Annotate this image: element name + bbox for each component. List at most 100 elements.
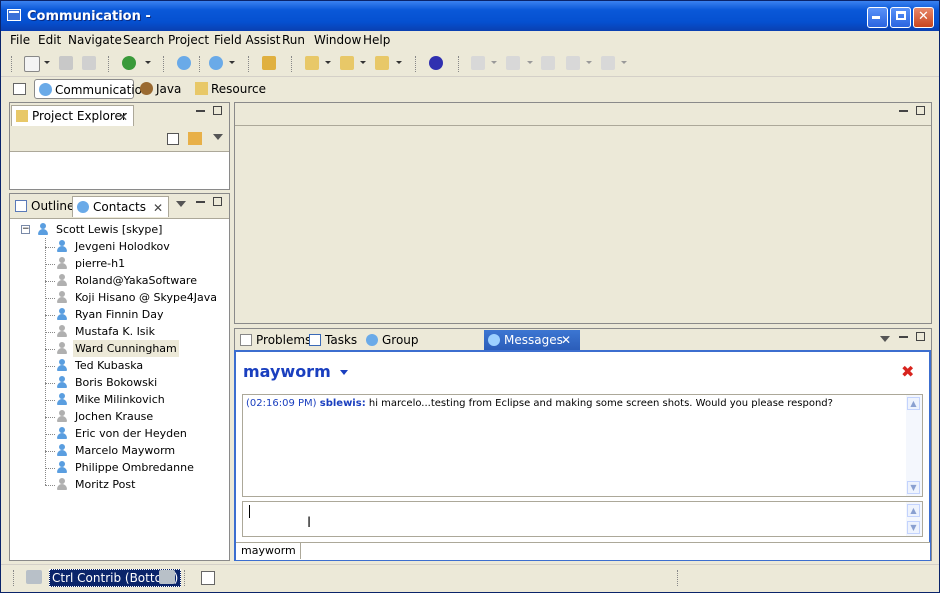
close-chat-icon[interactable]: ✖ [901,362,914,381]
chevron-down-icon[interactable] [527,61,533,64]
chevron-down-icon[interactable] [360,61,366,64]
contacts-tree: − Scott Lewis [skype] Jevgeni Holodkov pi… [10,220,227,560]
menu-file[interactable]: File [10,33,30,47]
tab-outline[interactable]: Outline [11,196,74,217]
folder-icon[interactable] [375,56,389,70]
contacts-icon [77,201,89,213]
title-bar[interactable]: Communication - ✕ [1,1,939,31]
forward-icon[interactable] [601,56,615,70]
maximize-view-button[interactable] [213,106,222,115]
chevron-down-icon[interactable] [491,61,497,64]
folder-icon[interactable] [305,56,319,70]
next-annotation-icon[interactable] [471,56,485,70]
message-input[interactable]: I ▲ ▼ [242,501,923,537]
collapse-all-icon[interactable] [167,133,179,145]
tab-problems[interactable]: Problems [236,330,311,351]
new-icon[interactable] [24,56,40,72]
java-icon [140,82,153,95]
view-menu-icon[interactable] [880,336,890,342]
message-time: (02:16:09 PM) [246,398,317,409]
chevron-down-icon[interactable] [325,61,331,64]
menu-window[interactable]: Window [314,33,361,47]
menu-project[interactable]: Project [168,33,209,47]
menu-bar: File Edit Navigate Search Project Field … [1,31,939,49]
menu-field-assist[interactable]: Field Assist [214,33,281,47]
fast-view-icon[interactable] [201,571,215,585]
scroll-down-button[interactable]: ▼ [907,481,920,494]
print-icon[interactable] [82,56,96,70]
contact-name: Jevgeni Holodkov [75,240,170,253]
chevron-down-icon[interactable] [396,61,402,64]
toolbar-separator [11,56,14,72]
menu-search[interactable]: Search [123,33,164,47]
maximize-view-button[interactable] [916,332,925,341]
close-icon[interactable]: ✕ [118,107,128,127]
tab-group-collaboration[interactable]: Group Collaboration [362,330,483,367]
perspective-java[interactable]: Java [136,79,188,99]
pencil-icon[interactable] [26,570,42,584]
tab-messages[interactable]: Messages ✕ [484,330,580,351]
minimize-view-button[interactable] [196,201,205,203]
contact-name: Roland@YakaSoftware [75,274,197,287]
perspective-communication[interactable]: Communication [34,79,150,99]
close-window-button[interactable]: ✕ [913,7,934,28]
chevron-down-icon[interactable] [621,61,627,64]
maximize-view-button[interactable] [916,106,925,115]
chevron-down-icon[interactable] [586,61,592,64]
eclipse-icon[interactable] [429,56,443,70]
menu-help[interactable]: Help [363,33,390,47]
link-with-editor-icon[interactable] [188,132,202,145]
input-scrollbar[interactable]: ▲ ▼ [906,502,922,536]
message-text: hi marcelo...testing from Eclipse and ma… [368,398,833,409]
chevron-down-icon[interactable] [145,61,151,64]
folder-icon[interactable] [340,56,354,70]
minimize-view-button[interactable] [899,110,908,112]
contact-name: Koji Hisano @ Skype4Java [75,291,217,304]
scroll-up-button[interactable]: ▲ [907,504,920,517]
minimize-view-button[interactable] [899,336,908,338]
minimize-button[interactable] [867,7,888,28]
chat-tab[interactable]: mayworm [237,543,301,559]
maximize-view-button[interactable] [213,197,222,206]
tab-tasks[interactable]: Tasks [305,330,361,351]
tab-project-explorer[interactable]: Project Explorer ✕ [11,105,134,126]
view-menu-icon[interactable] [176,201,186,207]
open-perspective-icon[interactable] [13,83,26,95]
menu-run[interactable]: Run [282,33,305,47]
contact-name: Boris Bokowski [75,376,158,389]
text-cursor-icon: I [307,515,312,531]
collapse-toggle-icon[interactable]: − [21,225,30,234]
key-icon[interactable] [262,56,276,70]
save-icon[interactable] [59,56,73,70]
online-contact-icon [57,376,67,389]
group-icon [366,334,378,346]
chevron-down-icon[interactable] [229,61,235,64]
last-edit-icon[interactable] [541,56,555,70]
chevron-down-icon[interactable] [44,61,50,64]
scroll-down-button[interactable]: ▼ [907,521,920,534]
perspective-resource[interactable]: Resource [191,79,266,99]
maximize-button[interactable] [890,7,911,28]
tab-label: Contacts [93,200,146,214]
add-contact-icon[interactable] [209,56,223,70]
log-scrollbar[interactable]: ▲ ▼ [906,395,922,496]
contacts-icon[interactable] [177,56,191,70]
view-menu-icon[interactable] [213,134,223,140]
minimize-view-button[interactable] [196,110,205,112]
connect-icon[interactable] [122,56,136,70]
menu-navigate[interactable]: Navigate [68,33,122,47]
outline-icon [15,200,27,212]
tree-line [45,281,55,282]
back-icon[interactable] [566,56,580,70]
tab-contacts[interactable]: Contacts ✕ [72,196,169,217]
prev-annotation-icon[interactable] [506,56,520,70]
scroll-up-button[interactable]: ▲ [907,397,920,410]
message-sender: sblewis: [319,398,366,409]
menu-edit[interactable]: Edit [38,33,61,47]
close-icon[interactable]: ✕ [561,330,571,350]
close-icon[interactable]: ✕ [153,198,163,218]
pencil-icon[interactable] [159,570,175,584]
message-log[interactable]: (02:16:09 PM) sblewis: hi marcelo...test… [242,394,923,497]
contact-name: Philippe Ombredanne [75,461,194,474]
chat-title[interactable]: mayworm [243,362,349,381]
